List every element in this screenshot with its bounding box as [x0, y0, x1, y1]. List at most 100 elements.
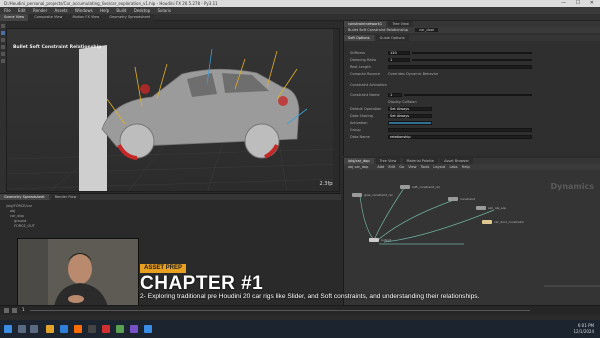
tab-scene-view[interactable]: Scene View [0, 14, 29, 21]
timeline-track[interactable] [30, 310, 530, 311]
node-label-sim-obj: sim_obj_sop [488, 206, 507, 210]
menu-build[interactable]: Build [116, 8, 126, 13]
parameter-pane: constraintnetwork1 Tree View Bullet Soft… [343, 21, 600, 156]
viewport-canvas [7, 45, 339, 191]
param-node-name[interactable]: car_door [415, 28, 439, 32]
param-label: Activation [350, 121, 368, 125]
param-row-display-collision[interactable]: Display Collision [388, 100, 417, 105]
menu-windows[interactable]: Windows [75, 8, 93, 13]
start-menu-icon[interactable] [4, 325, 12, 333]
constraint-point-tail [278, 96, 288, 106]
window-controls[interactable]: — ☐ ✕ [561, 0, 598, 7]
constraint-name-slider[interactable] [404, 94, 532, 96]
app-icon-green[interactable] [116, 325, 124, 333]
clock-date: 12/1/2024 [573, 329, 594, 334]
tab-geometry-spreadsheet[interactable]: Geometry Spreadsheet [105, 14, 155, 21]
rotate-tool-icon[interactable] [1, 38, 5, 42]
param-row-constraint-name: Constraint Name [350, 93, 380, 98]
tab-composite-view[interactable]: Composite View [30, 14, 67, 21]
group-field[interactable] [388, 128, 532, 132]
network-node[interactable] [400, 185, 410, 189]
param-row-data-name: Data Name [350, 135, 370, 140]
obs-app-icon[interactable] [88, 325, 96, 333]
activation-field[interactable] [388, 121, 432, 125]
edge-browser-icon[interactable] [60, 325, 68, 333]
data-sharing-select[interactable]: Set Always [388, 114, 432, 118]
tab-spreadsheet[interactable]: Geometry Spreadsheet [0, 194, 49, 200]
system-clock[interactable]: 6:01 PM 12/1/2024 [573, 323, 594, 335]
data-name-field[interactable]: relationship [388, 135, 532, 139]
playbar[interactable]: 1 [0, 305, 600, 315]
network-node[interactable] [476, 206, 486, 210]
rest-length-field[interactable] [388, 65, 532, 69]
current-frame[interactable]: 1 [22, 307, 25, 312]
network-node[interactable] [448, 197, 458, 201]
tab-guide-options[interactable]: Guide Options [375, 35, 409, 41]
scene-viewport[interactable]: Bullet Soft Constraint Relationship 2.3f… [6, 28, 340, 192]
view-tool-icon[interactable] [1, 59, 5, 63]
houdini-app-icon[interactable] [74, 325, 82, 333]
webcam-overlay [17, 238, 139, 306]
app-icon-blue[interactable] [144, 325, 152, 333]
tab-soft-options[interactable]: Soft Options [344, 35, 374, 41]
constraint-name-field[interactable]: 1 [388, 93, 402, 97]
app-icon-purple[interactable] [130, 325, 138, 333]
stiffness-field[interactable]: 120 [388, 51, 410, 55]
damping-slider[interactable] [412, 59, 532, 61]
scale-tool-icon[interactable] [1, 45, 5, 49]
param-label: Default Operation [350, 107, 382, 111]
windows-taskbar: 6:01 PM 12/1/2024 [0, 320, 600, 338]
chapter-subtitle: 2- Exploring traditional pre Houdini 20 … [140, 293, 480, 300]
window-title-bar: D:/Houdini_personal_projects/Car_accumul… [0, 0, 600, 7]
node-label-soft: soft_constraint_rel [412, 185, 440, 189]
param-section-constraint[interactable]: Constraint Activation [350, 83, 387, 88]
shelf-toolbar: Scene View Composite View Motion FX View… [0, 14, 600, 21]
play-button-icon[interactable] [4, 308, 9, 313]
param-label: Compute Bounce [350, 72, 381, 76]
record-app-icon[interactable] [102, 325, 110, 333]
tab-render-flow[interactable]: Render Flow [50, 194, 81, 200]
param-row-stiffness: Stiffness [350, 51, 365, 56]
damping-field[interactable]: 1 [388, 58, 410, 62]
param-options-label[interactable]: Overrides Dynamic Behavior [388, 72, 438, 77]
param-row-compute-bounce: Compute Bounce [350, 72, 380, 77]
move-tool-icon[interactable] [1, 31, 5, 35]
network-node-output[interactable] [369, 238, 379, 242]
file-explorer-icon[interactable] [46, 325, 54, 333]
stiffness-slider[interactable] [412, 52, 532, 54]
menu-desktop[interactable]: Desktop [134, 8, 151, 13]
search-icon[interactable] [18, 325, 26, 333]
param-row-rest-length: Rest Length [350, 65, 371, 70]
tree-item[interactable]: FORCE_OUT [6, 224, 335, 229]
select-tool-icon[interactable] [1, 24, 5, 28]
menu-assets[interactable]: Assets [55, 8, 68, 13]
network-node-selected[interactable] [482, 220, 492, 224]
viewport-node-title: Bullet Soft Constraint Relationship [13, 45, 102, 50]
network-node[interactable] [352, 193, 362, 197]
param-label: Data Sharing [350, 114, 373, 118]
node-label-glue: glue_constraint_rel [364, 193, 393, 197]
tab-motion-fx-view[interactable]: Motion FX View [68, 14, 104, 21]
param-row-damping: Damping Ratio [350, 58, 376, 63]
param-label: Damping Ratio [350, 58, 376, 62]
scene-tree: /obj/FORCE/car obj car_dop ground FORCE_… [0, 200, 341, 233]
chapter-tag: ASSET PREP [140, 264, 187, 273]
param-row-data-sharing: Data Sharing [350, 114, 373, 119]
presenter-video [18, 239, 138, 305]
param-label: Rest Length [350, 65, 371, 69]
menu-edit[interactable]: Edit [18, 8, 26, 13]
menu-solaris[interactable]: Solaris [158, 8, 171, 13]
param-label: Constraint Name [350, 93, 380, 97]
stop-button-icon[interactable] [12, 308, 17, 313]
menu-file[interactable]: File [4, 8, 11, 13]
network-editor[interactable]: /obj/car_dop Tree View Material Palette … [343, 158, 600, 314]
constraint-point-hood [140, 84, 150, 94]
default-operation-select[interactable]: Set Always [388, 107, 432, 111]
menu-help[interactable]: Help [100, 8, 109, 13]
task-view-icon[interactable] [30, 325, 38, 333]
param-label: Group [350, 128, 361, 132]
param-row-default-operation: Default Operation [350, 107, 381, 112]
menu-render[interactable]: Render [33, 8, 47, 13]
node-label-car-door: car_door_constraint [494, 220, 524, 224]
handle-tool-icon[interactable] [1, 52, 5, 56]
